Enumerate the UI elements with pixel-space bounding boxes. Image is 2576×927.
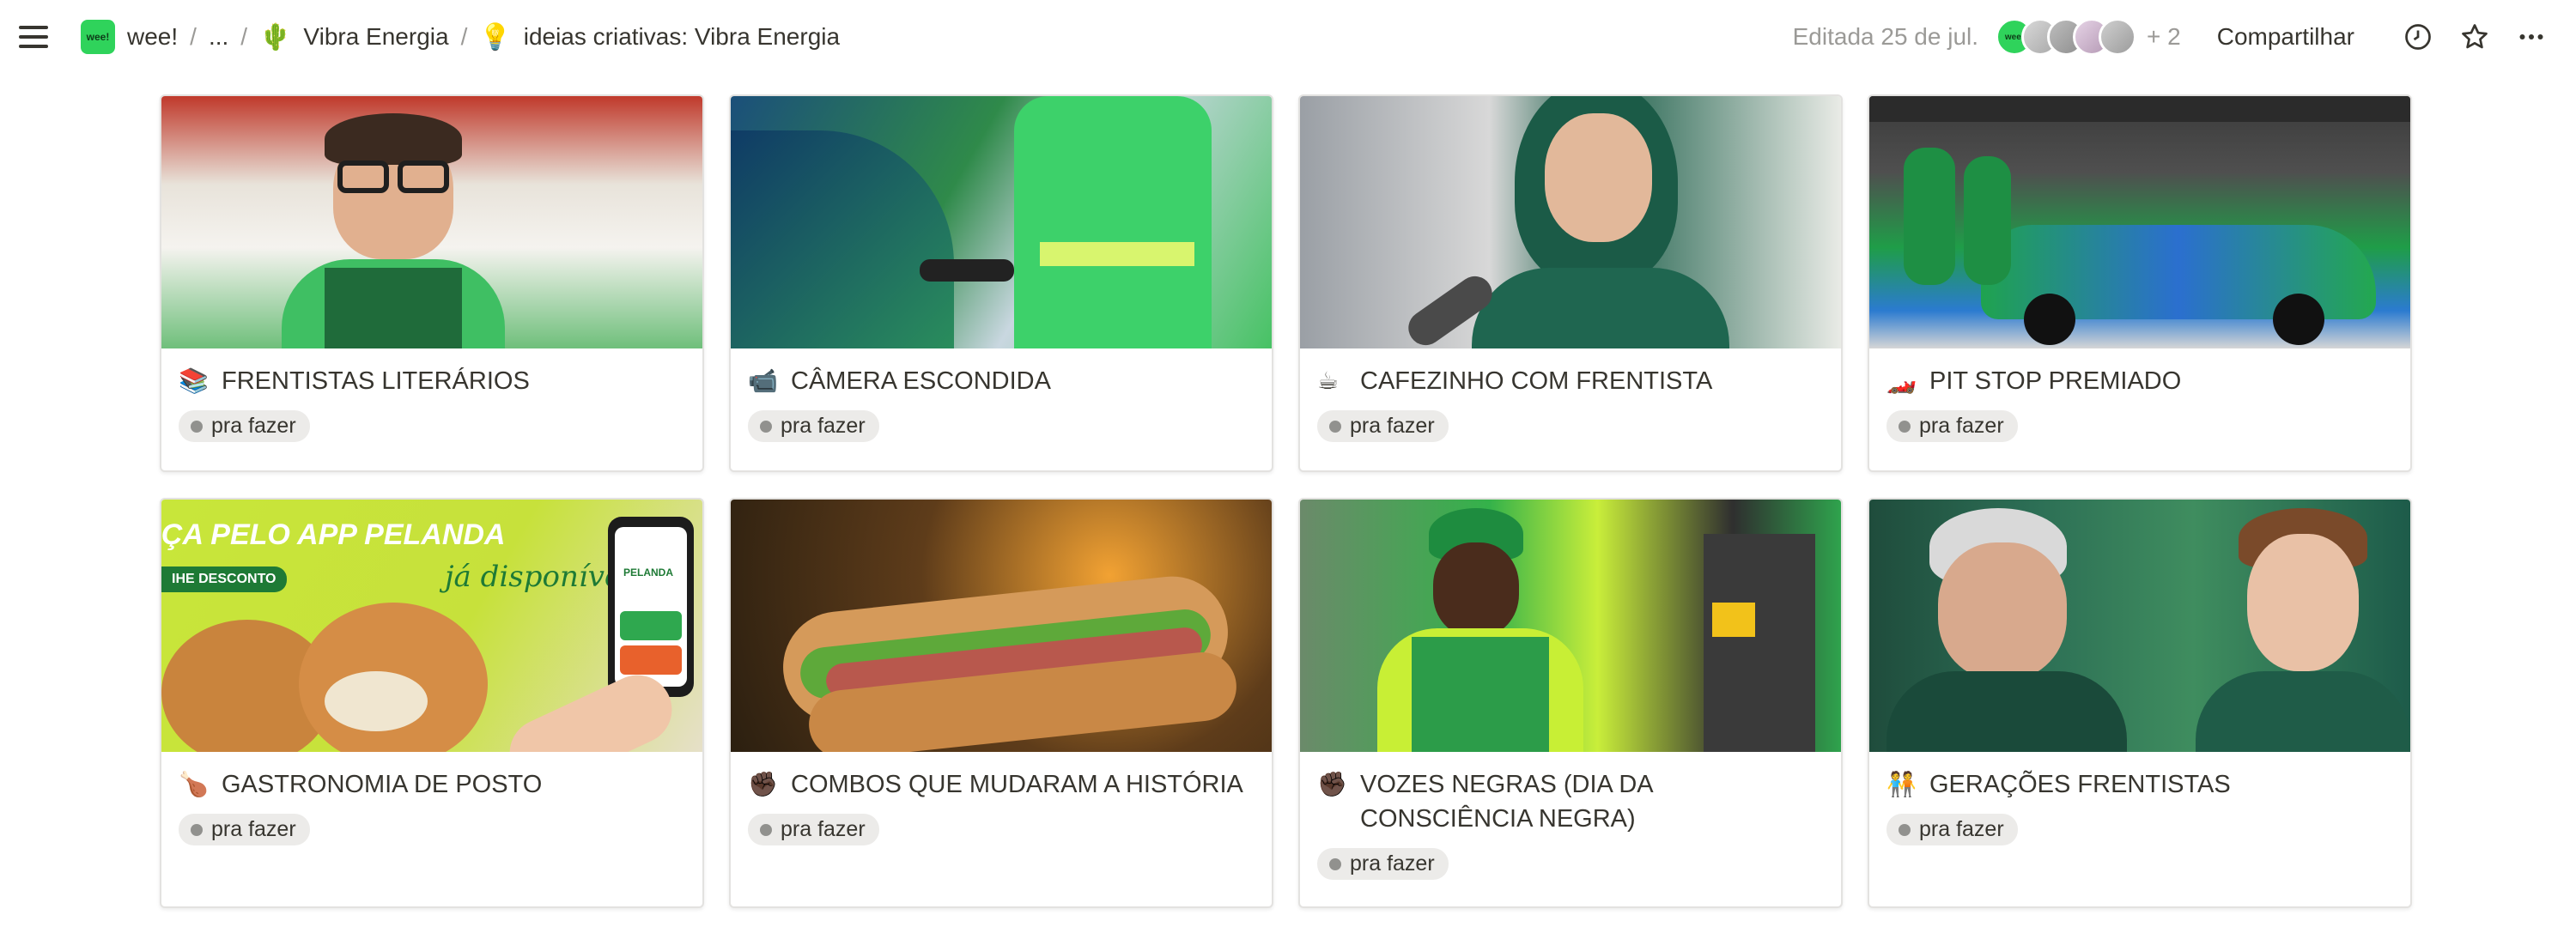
- card-title: ✊🏿 VOZES NEGRAS (DIA DA CONSCIÊNCIA NEGR…: [1317, 767, 1824, 836]
- status-text: pra fazer: [211, 817, 296, 841]
- breadcrumb-label: ideias criativas: Vibra Energia: [523, 23, 841, 50]
- card-title-text: VOZES NEGRAS (DIA DA CONSCIÊNCIA NEGRA): [1360, 771, 1653, 833]
- status-dot-icon: [191, 420, 203, 433]
- card-title: 📹 CÂMERA ESCONDIDA: [748, 364, 1255, 398]
- status-badge: pra fazer: [179, 410, 310, 442]
- breadcrumb-vibra-energia[interactable]: 🌵 Vibra Energia: [252, 17, 456, 58]
- card-title-text: COMBOS QUE MUDARAM A HISTÓRIA: [791, 771, 1243, 798]
- breadcrumb-label: wee!: [127, 23, 179, 50]
- status-dot-icon: [1899, 420, 1911, 433]
- card-cover-image: [1300, 500, 1841, 752]
- card-title: 🧑‍🤝‍🧑 GERAÇÕES FRENTISTAS: [1886, 767, 2393, 802]
- ad-phone-brand: PELANDA: [623, 566, 674, 579]
- status-badge: pra fazer: [1317, 410, 1449, 442]
- card-cover-image: [1869, 96, 2410, 348]
- status-dot-icon: [1329, 420, 1341, 433]
- clock-icon[interactable]: [2396, 15, 2440, 59]
- card-title: ✊🏿 COMBOS QUE MUDARAM A HISTÓRIA: [748, 767, 1255, 802]
- status-text: pra fazer: [1350, 414, 1435, 438]
- more-options-icon[interactable]: [2509, 15, 2554, 59]
- chicken-leg-icon: 🍗: [179, 771, 209, 797]
- people-icon: 🧑‍🤝‍🧑: [1886, 771, 1917, 797]
- gallery-card[interactable]: 🧑‍🤝‍🧑 GERAÇÕES FRENTISTAS pra fazer: [1868, 498, 2412, 908]
- avatar[interactable]: [2099, 18, 2137, 56]
- books-icon: 📚: [179, 367, 209, 394]
- menu-icon[interactable]: [19, 20, 53, 54]
- status-badge: pra fazer: [748, 814, 879, 845]
- card-cover-image: [731, 500, 1272, 752]
- coffee-icon: ☕: [1317, 367, 1340, 394]
- edited-timestamp[interactable]: Editada 25 de jul.: [1793, 23, 1978, 51]
- gallery-card[interactable]: 🏎️ PIT STOP PREMIADO pra fazer: [1868, 94, 2412, 472]
- status-text: pra fazer: [211, 414, 296, 438]
- extra-collaborators-count[interactable]: + 2: [2147, 23, 2181, 51]
- card-title: 🏎️ PIT STOP PREMIADO: [1886, 364, 2393, 398]
- gallery-card[interactable]: ✊🏿 COMBOS QUE MUDARAM A HISTÓRIA pra faz…: [729, 498, 1273, 908]
- lightbulb-icon: 💡: [479, 22, 512, 52]
- gallery-grid: 📚 FRENTISTAS LITERÁRIOS pra fazer 📹 CÂME…: [160, 94, 2412, 908]
- status-badge: pra fazer: [1317, 848, 1449, 880]
- card-title-text: FRENTISTAS LITERÁRIOS: [222, 367, 530, 395]
- card-cover-image: [731, 96, 1272, 348]
- cactus-icon: 🌵: [259, 22, 292, 52]
- topbar: wee! wee! / ... / 🌵 Vibra Energia / 💡 id…: [0, 0, 2576, 74]
- share-button[interactable]: Compartilhar: [2205, 16, 2366, 58]
- status-text: pra fazer: [781, 817, 866, 841]
- collaborator-avatars[interactable]: wee! + 2: [1996, 18, 2181, 56]
- card-title: 📚 FRENTISTAS LITERÁRIOS: [179, 364, 685, 398]
- breadcrumb-separator: /: [190, 23, 197, 50]
- gallery-card[interactable]: ☕ CAFEZINHO COM FRENTISTA pra fazer: [1298, 94, 1843, 472]
- gallery-card[interactable]: 📹 CÂMERA ESCONDIDA pra fazer: [729, 94, 1273, 472]
- status-dot-icon: [760, 420, 772, 433]
- card-cover-image: [1300, 96, 1841, 348]
- card-cover-image: ÇA PELO APP PELANDA já disponível! IHE D…: [161, 500, 702, 752]
- card-cover-image: [161, 96, 702, 348]
- card-title: 🍗 GASTRONOMIA DE POSTO: [179, 767, 685, 802]
- card-title-text: CÂMERA ESCONDIDA: [791, 367, 1051, 395]
- breadcrumb-label: Vibra Energia: [303, 23, 449, 50]
- breadcrumb-separator: /: [460, 23, 468, 50]
- gallery-card[interactable]: 📚 FRENTISTAS LITERÁRIOS pra fazer: [160, 94, 704, 472]
- card-title: ☕ CAFEZINHO COM FRENTISTA: [1317, 364, 1824, 398]
- breadcrumb: wee! wee! / ... / 🌵 Vibra Energia / 💡 id…: [74, 15, 847, 59]
- status-badge: pra fazer: [179, 814, 310, 845]
- status-dot-icon: [1899, 823, 1911, 836]
- breadcrumb-label: ...: [208, 23, 229, 50]
- race-car-icon: 🏎️: [1886, 367, 1917, 394]
- ad-headline: ÇA PELO APP PELANDA: [161, 518, 506, 551]
- status-dot-icon: [191, 823, 203, 836]
- card-title-text: GERAÇÕES FRENTISTAS: [1929, 771, 2231, 798]
- breadcrumb-workspace[interactable]: wee! wee!: [74, 15, 185, 59]
- breadcrumb-ellipsis[interactable]: ...: [202, 18, 235, 56]
- ad-discount-label: IHE DESCONTO: [161, 566, 287, 592]
- card-title-text: GASTRONOMIA DE POSTO: [222, 771, 543, 798]
- breadcrumb-separator: /: [240, 23, 248, 50]
- card-cover-image: [1869, 500, 2410, 752]
- status-text: pra fazer: [1919, 817, 2004, 841]
- gallery-card[interactable]: ÇA PELO APP PELANDA já disponível! IHE D…: [160, 498, 704, 908]
- status-text: pra fazer: [1350, 851, 1435, 876]
- status-badge: pra fazer: [1886, 410, 2018, 442]
- wee-logo: wee!: [81, 20, 115, 54]
- status-dot-icon: [760, 823, 772, 836]
- status-dot-icon: [1329, 857, 1341, 870]
- card-title-text: CAFEZINHO COM FRENTISTA: [1360, 367, 1713, 395]
- status-badge: pra fazer: [1886, 814, 2018, 845]
- status-text: pra fazer: [781, 414, 866, 438]
- card-title-text: PIT STOP PREMIADO: [1929, 367, 2182, 395]
- star-icon[interactable]: [2452, 15, 2497, 59]
- status-badge: pra fazer: [748, 410, 879, 442]
- breadcrumb-current-page[interactable]: 💡 ideias criativas: Vibra Energia: [472, 17, 847, 58]
- raised-fist-icon: ✊🏿: [1317, 771, 1347, 797]
- video-camera-icon: 📹: [748, 367, 778, 394]
- raised-fist-icon: ✊🏿: [748, 771, 778, 797]
- status-text: pra fazer: [1919, 414, 2004, 438]
- gallery-card[interactable]: ✊🏿 VOZES NEGRAS (DIA DA CONSCIÊNCIA NEGR…: [1298, 498, 1843, 908]
